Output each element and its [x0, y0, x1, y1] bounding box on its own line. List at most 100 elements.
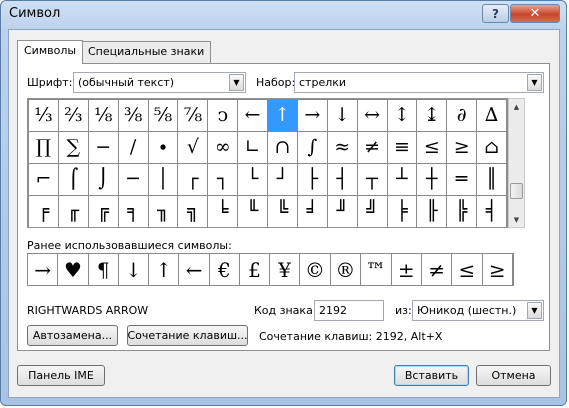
recent-symbol-cell[interactable]: ¶: [88, 254, 119, 285]
insert-button[interactable]: Вставить: [394, 365, 469, 386]
symbol-cell[interactable]: ╙: [237, 195, 269, 227]
recent-symbol-cell[interactable]: £: [239, 254, 271, 285]
symbol-cell[interactable]: ╟: [416, 195, 448, 227]
symbol-cell[interactable]: ≥: [446, 131, 478, 164]
symbol-cell[interactable]: ↕: [386, 99, 418, 132]
symbol-cell[interactable]: ↑: [267, 99, 298, 132]
symbol-cell[interactable]: ⌐: [28, 163, 59, 196]
symbol-cell[interactable]: →: [296, 99, 328, 132]
recent-symbol-cell[interactable]: €: [209, 254, 240, 285]
symbol-grid-scrollbar[interactable]: ▲ ▼: [508, 98, 525, 228]
symbol-cell[interactable]: ├: [296, 163, 328, 196]
symbol-cell[interactable]: ╚: [267, 195, 298, 227]
subset-dropdown[interactable]: стрелки ▼: [294, 72, 544, 93]
symbol-cell[interactable]: ∞: [207, 131, 239, 164]
symbol-cell[interactable]: ┤: [326, 163, 358, 196]
symbol-cell[interactable]: ┬: [356, 163, 388, 196]
symbol-cell[interactable]: ∑: [57, 131, 89, 164]
help-button[interactable]: ?: [482, 4, 509, 23]
symbol-cell[interactable]: ╖: [147, 195, 179, 227]
recent-symbol-cell[interactable]: ≠: [421, 254, 453, 285]
scroll-down-icon[interactable]: ▼: [509, 212, 524, 227]
symbol-cell[interactable]: ≠: [356, 131, 388, 164]
symbol-cell[interactable]: ←: [237, 99, 269, 132]
symbol-cell[interactable]: ⌂: [476, 131, 507, 164]
symbol-cell[interactable]: └: [237, 163, 269, 196]
symbol-cell[interactable]: ∂: [446, 99, 478, 132]
scroll-up-icon[interactable]: ▲: [509, 99, 524, 114]
chevron-down-icon[interactable]: ▼: [527, 302, 542, 319]
recent-symbol-cell[interactable]: ™: [360, 254, 392, 285]
symbol-grid[interactable]: ⅓ ⅔ ⅛ ⅜ ⅝ ⅞ ↄ ← ↑ → ↓ ↔ ↕ ↨ ∂ ∆ ∏ ∑ − ∕ ∙ √ ∞ ∟ ∩ ∫ ≈ ≠ ≡ ≤ ≥ ⌂ ⌐ ⌠ ⌡ ─ │ ┌ ┐ └…: [27, 98, 508, 228]
cancel-button[interactable]: Отмена: [476, 365, 551, 386]
encoding-dropdown[interactable]: Юникод (шестн.) ▼: [412, 300, 544, 321]
recent-symbol-cell[interactable]: ≥: [482, 254, 514, 285]
symbol-cell[interactable]: −: [87, 131, 119, 164]
symbol-cell[interactable]: ∙: [147, 131, 179, 164]
scrollbar-thumb[interactable]: [510, 183, 523, 199]
symbol-cell[interactable]: ╘: [207, 195, 239, 227]
symbol-cell[interactable]: ⅝: [147, 99, 179, 132]
symbol-cell[interactable]: ┐: [207, 163, 239, 196]
symbol-cell[interactable]: ╡: [476, 195, 507, 227]
symbol-cell[interactable]: ↔: [356, 99, 388, 132]
tab-symbols[interactable]: Символы: [17, 40, 84, 64]
symbol-cell[interactable]: ╒: [28, 195, 59, 227]
symbol-cell[interactable]: ⅜: [117, 99, 149, 132]
symbol-cell[interactable]: ≈: [326, 131, 358, 164]
chevron-down-icon[interactable]: ▼: [527, 74, 542, 91]
symbol-cell[interactable]: ╕: [117, 195, 149, 227]
symbol-cell[interactable]: ┘: [267, 163, 298, 196]
symbol-cell[interactable]: ≤: [416, 131, 448, 164]
recent-symbol-cell[interactable]: ®: [330, 254, 362, 285]
symbol-cell[interactable]: √: [177, 131, 209, 164]
symbol-cell[interactable]: ∕: [117, 131, 149, 164]
symbol-cell[interactable]: ╜: [326, 195, 358, 227]
symbol-cell[interactable]: ∟: [237, 131, 269, 164]
recent-symbol-cell[interactable]: ↓: [118, 254, 150, 285]
symbol-cell[interactable]: ╝: [356, 195, 388, 227]
recent-symbol-cell[interactable]: ↑: [148, 254, 180, 285]
recent-symbol-cell[interactable]: ←: [178, 254, 210, 285]
symbol-cell[interactable]: │: [147, 163, 179, 196]
recent-symbol-cell[interactable]: →: [28, 254, 59, 285]
char-code-input[interactable]: 2192: [314, 300, 384, 321]
ime-pad-button[interactable]: Панель IME: [17, 365, 105, 386]
symbol-cell[interactable]: ╗: [177, 195, 209, 227]
symbol-cell[interactable]: ╛: [296, 195, 328, 227]
recent-symbol-cell[interactable]: ©: [299, 254, 331, 285]
tab-special-characters[interactable]: Специальные знаки: [81, 41, 212, 63]
symbol-cell[interactable]: ⅔: [57, 99, 89, 132]
recent-symbol-cell[interactable]: ±: [391, 254, 422, 285]
close-button[interactable]: ✕: [510, 4, 560, 23]
symbol-cell[interactable]: ↄ: [207, 99, 239, 132]
symbol-cell[interactable]: ⌠: [57, 163, 89, 196]
symbol-cell[interactable]: ┌: [177, 163, 209, 196]
symbol-cell[interactable]: ⅞: [177, 99, 209, 132]
font-dropdown[interactable]: (обычный текст) ▼: [73, 72, 246, 93]
symbol-cell[interactable]: ╠: [446, 195, 478, 227]
shortcut-key-button[interactable]: Сочетание клавиш...: [127, 325, 248, 346]
symbol-cell[interactable]: ∆: [476, 99, 507, 132]
symbol-cell[interactable]: ║: [476, 163, 507, 196]
symbol-cell[interactable]: ∩: [267, 131, 298, 164]
symbol-cell[interactable]: ≡: [386, 131, 418, 164]
autocorrect-button[interactable]: Автозамена...: [27, 325, 118, 346]
recent-symbol-cell[interactable]: ♥: [57, 254, 89, 285]
symbol-cell[interactable]: ∫: [296, 131, 328, 164]
symbol-cell[interactable]: ┴: [386, 163, 418, 196]
symbol-cell[interactable]: ⅓: [28, 99, 59, 132]
symbol-cell[interactable]: ╞: [386, 195, 418, 227]
symbol-cell[interactable]: ┼: [416, 163, 448, 196]
recent-symbol-cell[interactable]: ≤: [451, 254, 483, 285]
chevron-down-icon[interactable]: ▼: [229, 74, 244, 91]
recent-symbol-cell[interactable]: ¥: [269, 254, 301, 285]
symbol-cell[interactable]: ═: [446, 163, 478, 196]
symbol-cell[interactable]: ⌡: [87, 163, 119, 196]
symbol-cell[interactable]: ∏: [28, 131, 59, 164]
symbol-cell[interactable]: ╔: [87, 195, 119, 227]
symbol-cell[interactable]: ↨: [416, 99, 448, 132]
symbol-cell[interactable]: ─: [117, 163, 149, 196]
symbol-cell[interactable]: ╓: [57, 195, 89, 227]
symbol-cell[interactable]: ⅛: [87, 99, 119, 132]
